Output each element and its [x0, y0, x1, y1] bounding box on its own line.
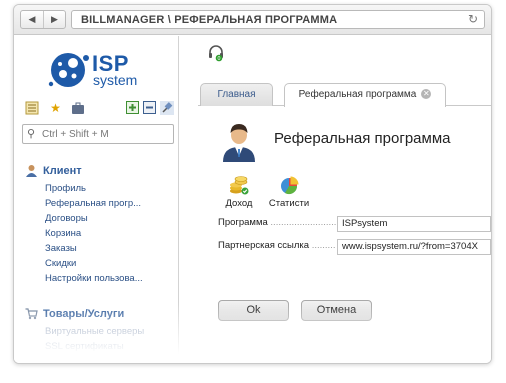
pie-chart-icon	[278, 174, 300, 196]
page-title: Реферальная программа	[274, 130, 451, 147]
logo-bubbles-icon	[48, 53, 89, 87]
menu-item-profile[interactable]: Профиль	[24, 181, 174, 196]
menu-group-items: Профиль Реферальная прогр... Договоры Ко…	[24, 181, 174, 286]
cancel-button[interactable]: Отмена	[301, 300, 372, 321]
pin-icon[interactable]	[159, 101, 174, 116]
coins-icon	[228, 174, 250, 196]
sidebar: ISP system ★ ⚲ Ctrl + Shift + M Клиент П…	[14, 36, 179, 363]
nav-buttons: ◀ ▶	[20, 10, 66, 29]
address-text: BILLMANAGER \ РЕФЕРАЛЬНАЯ ПРОГРАММА	[81, 14, 338, 26]
star-icon[interactable]: ★	[48, 101, 63, 116]
browser-toolbar: ◀ ▶ BILLMANAGER \ РЕФЕРАЛЬНАЯ ПРОГРАММА …	[14, 5, 491, 35]
menu-group-title[interactable]: Товары/Услуги	[24, 306, 174, 322]
menu-search-input[interactable]	[42, 127, 170, 141]
user-avatar-icon	[218, 120, 260, 162]
svg-text:0: 0	[217, 56, 220, 62]
income-action[interactable]: Доход	[214, 174, 264, 209]
headset-icon[interactable]: 0	[207, 44, 225, 62]
partner-link-field[interactable]: www.ispsystem.ru/?from=3704X	[337, 239, 491, 255]
partner-link-label: Партнерская ссылка ..........	[218, 240, 336, 251]
expand-all-icon[interactable]	[125, 101, 140, 116]
menu-group-items: Виртуальные серверы SSL сертификаты	[24, 324, 174, 354]
tab-label: Главная	[217, 89, 256, 100]
back-button[interactable]: ◀	[21, 11, 43, 28]
ok-button[interactable]: Ok	[218, 300, 289, 321]
logo-subtext: system	[93, 72, 138, 88]
menu-item-ssl-certificates[interactable]: SSL сертификаты	[24, 339, 174, 354]
reload-icon[interactable]: ↻	[468, 12, 478, 26]
menu-item-referral[interactable]: Реферальная прогр...	[24, 196, 174, 211]
close-icon[interactable]: ✕	[421, 89, 432, 100]
list-icon[interactable]	[24, 101, 39, 116]
forward-button[interactable]: ▶	[43, 11, 65, 28]
tab-referral-program[interactable]: Реферальная программа ✕	[284, 83, 446, 107]
menu-group-products: Товары/Услуги Виртуальные серверы SSL се…	[24, 306, 174, 354]
collapse-all-icon[interactable]	[142, 101, 157, 116]
isp-system-logo[interactable]: ISP system	[48, 50, 148, 90]
menu-item-cart[interactable]: Корзина	[24, 226, 174, 241]
tab-main[interactable]: Главная	[200, 83, 273, 106]
user-icon	[25, 164, 39, 178]
menu-item-virtual-servers[interactable]: Виртуальные серверы	[24, 324, 174, 339]
program-label: Программа ..........................	[218, 217, 336, 228]
menu-group-title[interactable]: Клиент	[24, 163, 174, 179]
menu-item-user-settings[interactable]: Настройки пользова...	[24, 271, 174, 286]
briefcase-icon[interactable]	[70, 101, 85, 116]
menu-item-orders[interactable]: Заказы	[24, 241, 174, 256]
menu-group-client: Клиент Профиль Реферальная прогр... Дого…	[24, 163, 174, 286]
menu-search[interactable]: ⚲	[22, 124, 174, 144]
menu-item-discounts[interactable]: Скидки	[24, 256, 174, 271]
menu-group-label: Клиент	[43, 165, 82, 177]
income-label: Доход	[225, 198, 253, 209]
address-bar[interactable]: BILLMANAGER \ РЕФЕРАЛЬНАЯ ПРОГРАММА ↻	[71, 10, 485, 29]
cart-icon	[25, 307, 39, 321]
search-icon: ⚲	[27, 127, 36, 140]
statistics-label: Статисти	[268, 198, 310, 209]
tab-label: Реферальная программа	[298, 89, 417, 100]
program-field[interactable]: ISPsystem	[337, 216, 491, 232]
menu-item-contracts[interactable]: Договоры	[24, 211, 174, 226]
main-panel: 0 Главная Реферальная программа ✕ Реферал…	[180, 36, 491, 363]
browser-window: ◀ ▶ BILLMANAGER \ РЕФЕРАЛЬНАЯ ПРОГРАММА …	[13, 4, 492, 364]
menu-group-label: Товары/Услуги	[43, 308, 125, 320]
statistics-action[interactable]: Статисти	[264, 174, 314, 209]
sidebar-toolbar: ★	[24, 100, 174, 118]
